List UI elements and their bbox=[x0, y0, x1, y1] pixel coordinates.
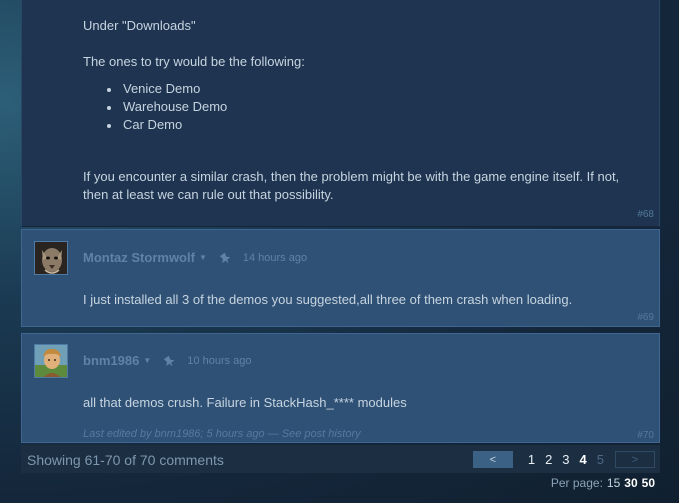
pin-icon bbox=[219, 252, 231, 263]
list-item: Car Demo bbox=[107, 116, 647, 134]
pagination-bar: Showing 61-70 of 70 comments < 1 2 3 4 5… bbox=[21, 445, 660, 473]
page-link-5[interactable]: 5 bbox=[597, 452, 604, 467]
per-page-option-50[interactable]: 50 bbox=[642, 476, 655, 490]
per-page-selector: Per page: 15 30 50 bbox=[551, 476, 655, 490]
wolf-portrait-icon bbox=[35, 242, 67, 274]
page-link-2[interactable]: 2 bbox=[545, 452, 552, 467]
comment-text: I just installed all 3 of the demos you … bbox=[83, 292, 573, 307]
comment-post: Under "Downloads" The ones to try would … bbox=[21, 0, 660, 227]
portrait-icon bbox=[35, 345, 67, 377]
comment-text: Under "Downloads" bbox=[83, 18, 196, 33]
comment-number[interactable]: #68 bbox=[637, 209, 654, 220]
chevron-down-icon[interactable]: ▼ bbox=[143, 356, 151, 365]
list-item: Warehouse Demo bbox=[107, 98, 647, 116]
next-page-button[interactable]: > bbox=[615, 451, 655, 468]
list-item: Venice Demo bbox=[107, 80, 647, 98]
pin-icon bbox=[164, 355, 175, 366]
demo-list: Venice Demo Warehouse Demo Car Demo bbox=[107, 80, 647, 134]
avatar[interactable] bbox=[34, 344, 68, 378]
pager: < 1 2 3 4 5 > bbox=[472, 451, 655, 468]
comment-post: bnm1986 ▼ 10 hours ago all that demos cr… bbox=[21, 333, 660, 443]
per-page-label: Per page: bbox=[550, 476, 603, 490]
comment-text: all that demos crush. Failure in StackHa… bbox=[83, 395, 407, 410]
comment-header: bnm1986 ▼ 10 hours ago bbox=[83, 353, 252, 368]
comment-post: Montaz Stormwolf ▼ 14 hours ago I just i… bbox=[21, 229, 660, 327]
current-page: 4 bbox=[579, 452, 587, 467]
comment-number[interactable]: #69 bbox=[637, 312, 654, 323]
timestamp: 14 hours ago bbox=[242, 251, 308, 264]
comment-body: Under "Downloads" The ones to try would … bbox=[83, 17, 647, 204]
per-page-option-15[interactable]: 15 bbox=[607, 476, 620, 490]
comment-header: Montaz Stormwolf ▼ 14 hours ago bbox=[83, 250, 307, 265]
page-link-3[interactable]: 3 bbox=[562, 452, 569, 467]
avatar[interactable] bbox=[34, 241, 68, 275]
comment-count: Showing 61-70 of 70 comments bbox=[27, 452, 224, 468]
author-name[interactable]: bnm1986 bbox=[83, 353, 139, 368]
page-link-1[interactable]: 1 bbox=[528, 452, 535, 467]
comment-text: The ones to try would be the following: bbox=[83, 54, 305, 69]
comment-text: If you encounter a similar crash, then t… bbox=[83, 169, 620, 202]
per-page-option-30[interactable]: 30 bbox=[624, 476, 637, 490]
edit-history-link[interactable]: Last edited by bnm1986; 5 hours ago — Se… bbox=[83, 428, 361, 440]
author-name[interactable]: Montaz Stormwolf bbox=[83, 250, 195, 265]
timestamp: 10 hours ago bbox=[187, 354, 252, 367]
prev-page-button[interactable]: < bbox=[472, 451, 513, 468]
comment-number[interactable]: #70 bbox=[637, 430, 654, 441]
chevron-down-icon[interactable]: ▼ bbox=[199, 253, 207, 262]
